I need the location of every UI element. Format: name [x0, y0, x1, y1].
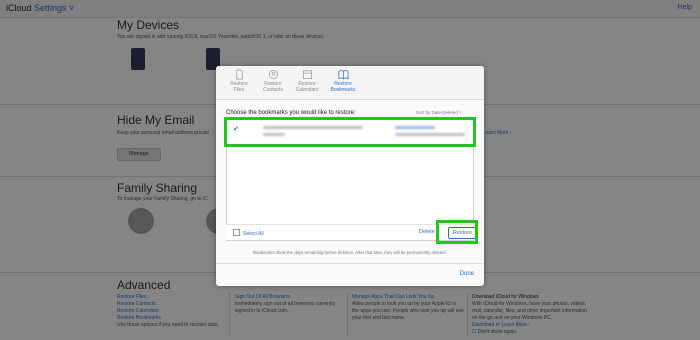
checkbox-box-icon [233, 229, 240, 236]
contacts-icon [268, 70, 278, 79]
deletion-note: Bookmarks show the days remaining before… [253, 250, 447, 255]
select-all-checkbox[interactable]: Select All [233, 229, 264, 237]
tab-restore-contacts[interactable]: Restore Contacts [256, 66, 290, 99]
tab-restore-bookmarks[interactable]: Restore Bookmarks [326, 66, 360, 99]
choose-bookmarks-prompt: Choose the bookmarks you would like to r… [226, 110, 356, 116]
tab-contacts-line2: Contacts [263, 87, 283, 93]
restore-bookmarks-dialog: Restore Files Restore Contacts Restore C… [216, 66, 484, 286]
tab-bookmarks-line2: Bookmarks [330, 87, 356, 93]
tab-calendars-line2: Calendars [295, 87, 319, 93]
tab-files-line2: Files [233, 87, 245, 93]
tab-restore-calendars[interactable]: Restore Calendars [290, 66, 324, 99]
restore-tabs: Restore Files Restore Contacts Restore C… [216, 66, 484, 100]
file-icon [235, 69, 243, 80]
delete-button[interactable]: Delete [419, 229, 435, 235]
highlight-restore-button [436, 220, 478, 244]
calendar-icon [302, 70, 312, 79]
dialog-divider [216, 263, 484, 264]
done-button[interactable]: Done [460, 271, 474, 277]
bookmarks-book-icon [338, 70, 348, 80]
tab-restore-files[interactable]: Restore Files [222, 66, 256, 99]
highlight-bookmark-row [224, 117, 476, 147]
select-all-label: Select All [243, 231, 264, 237]
sort-dropdown[interactable]: Sort by Date Deleted ˅ [416, 110, 462, 115]
